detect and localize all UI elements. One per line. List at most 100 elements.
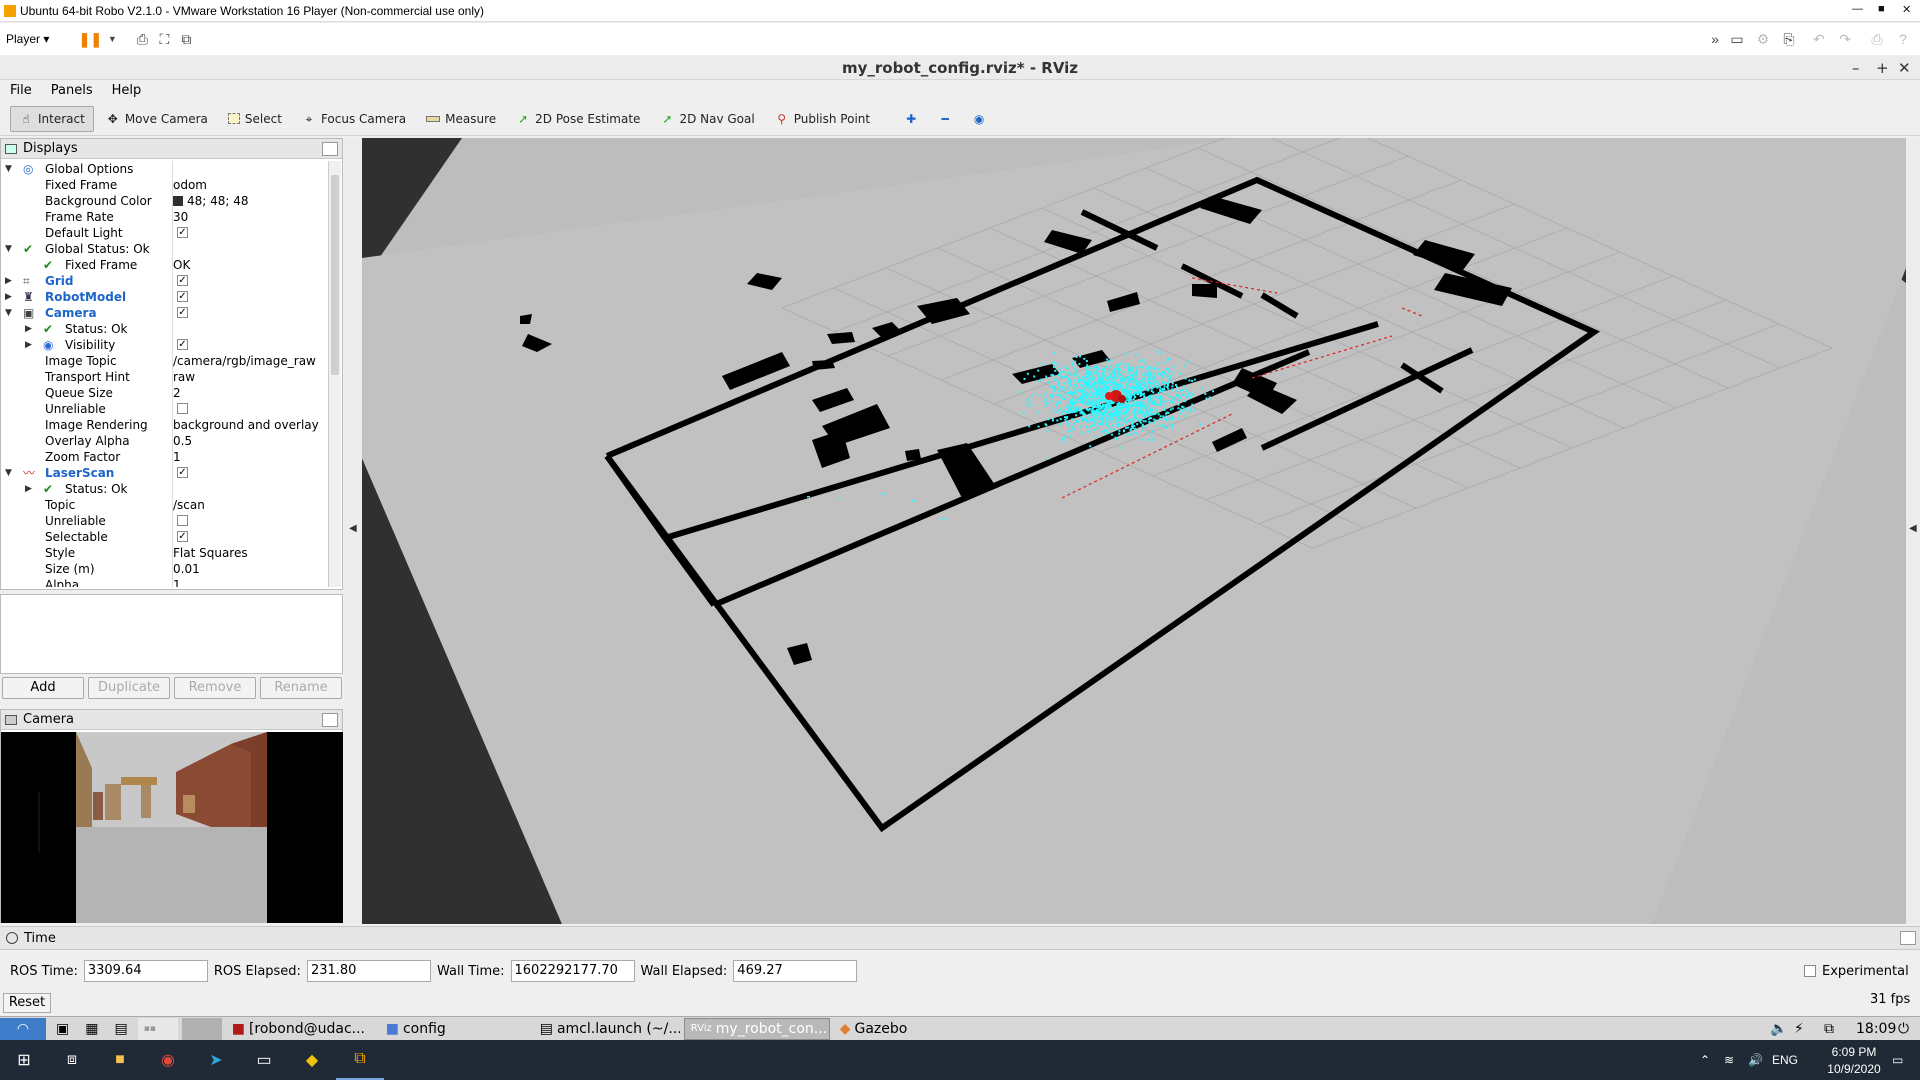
display-value[interactable]: 1 (173, 450, 181, 464)
task-view-icon[interactable]: ⧈ (48, 1040, 96, 1080)
display-checkbox[interactable]: ✓ (177, 339, 188, 350)
ros-time-field[interactable]: 3309.64 (83, 960, 208, 982)
desktop-icon[interactable]: ▣ (50, 1018, 75, 1040)
display-row[interactable]: Fixed Frame odom (1, 177, 329, 193)
display-checkbox[interactable]: ✓ (177, 291, 188, 302)
display-value[interactable]: OK (173, 258, 190, 272)
displays-scrollbar[interactable] (328, 161, 341, 587)
terminal-app-icon[interactable]: ▭ (240, 1040, 288, 1080)
display-row[interactable]: Unreliable (1, 401, 329, 417)
fullscreen-icon[interactable]: ⛶ (153, 28, 175, 50)
display-checkbox[interactable]: ✓ (177, 227, 188, 238)
tool-move-camera[interactable]: ✥ Move Camera (98, 106, 216, 132)
windows-time[interactable]: 6:09 PM (1814, 1045, 1894, 1059)
display-row[interactable]: Image Topic/camera/rgb/image_raw (1, 353, 329, 369)
undo-icon[interactable]: ↶ (1808, 28, 1830, 50)
display-value[interactable]: background and overlay (173, 418, 319, 432)
tool-2d-nav-goal[interactable]: ➚ 2D Nav Goal (652, 106, 762, 132)
display-row[interactable]: ✔ Fixed Frame OK (1, 257, 329, 273)
rename-display-button[interactable]: Rename (260, 677, 342, 699)
display-row[interactable]: Unreliable (1, 513, 329, 529)
left-dock-handle[interactable]: ◀ (344, 138, 362, 924)
minimize-icon[interactable]: — (1852, 3, 1863, 15)
display-value[interactable]: 48; 48; 48 (187, 194, 249, 208)
display-row[interactable]: Queue Size 2 (1, 385, 329, 401)
display-row[interactable]: Transport Hint raw (1, 369, 329, 385)
display-row[interactable]: Size (m) 0.01 (1, 561, 329, 577)
speaker-icon[interactable]: 🔊 (1748, 1053, 1763, 1067)
windows-date[interactable]: 10/9/2020 (1814, 1062, 1894, 1076)
taskbar-config[interactable]: ■ config (380, 1018, 530, 1040)
windows-start-icon[interactable]: ⊞ (0, 1040, 48, 1080)
map-scene[interactable] (362, 138, 1906, 924)
display-value[interactable]: raw (173, 370, 195, 384)
workspace-2[interactable] (181, 1017, 222, 1040)
print-icon[interactable]: ⎙ (1866, 28, 1888, 50)
taskbar-gazebo[interactable]: ◆ Gazebo (834, 1018, 954, 1040)
menu-help[interactable]: Help (102, 83, 151, 98)
display-value[interactable]: Flat Squares (173, 546, 248, 560)
tool-focus-camera[interactable]: ⌖ Focus Camera (294, 106, 414, 132)
display-row[interactable]: Selectable ✓ (1, 529, 329, 545)
expand-down-icon[interactable]: ▼ (5, 161, 12, 177)
display-value[interactable]: odom (173, 178, 207, 192)
panel-close-button[interactable] (322, 141, 338, 156)
display-row[interactable]: ▼ ◎ Global Options (1, 161, 329, 177)
tool-interact[interactable]: ☝ Interact (10, 105, 94, 132)
rviz-maximize-icon[interactable]: + (1876, 56, 1889, 80)
expand-right-icon[interactable]: ▶ (5, 289, 12, 305)
chrome-icon[interactable]: ◉ (144, 1040, 192, 1080)
remove-tool-button[interactable]: ━ (930, 106, 960, 132)
tray-chevron-icon[interactable]: ⌃ (1700, 1053, 1710, 1067)
start-menu-icon[interactable]: ◠ (0, 1017, 46, 1040)
player-menu[interactable]: Player ▾ (6, 32, 49, 46)
rviz-close-icon[interactable]: ✕ (1898, 56, 1911, 80)
send-keys-icon[interactable]: ⎙ (131, 28, 153, 50)
view-options-button[interactable]: ◉ (964, 106, 994, 132)
wall-time-field[interactable]: 1602292177.70 (510, 960, 635, 982)
display-checkbox[interactable] (177, 403, 188, 414)
display-row[interactable]: ▶ ◉ Visibility ✓ (1, 337, 329, 353)
add-display-button[interactable]: Add (2, 677, 84, 699)
remove-display-button[interactable]: Remove (174, 677, 256, 699)
display-value[interactable]: /scan (173, 498, 205, 512)
display-row[interactable]: Style Flat Squares (1, 545, 329, 561)
expand-down-icon[interactable]: ▼ (5, 465, 12, 481)
taskbar-terminal[interactable]: ■ [robond@udac... (226, 1018, 376, 1040)
dropdown-icon[interactable]: ▼ (101, 28, 123, 50)
tool-2d-pose-estimate[interactable]: ➚ 2D Pose Estimate (508, 106, 648, 132)
pause-icon[interactable]: ❚❚ (79, 28, 102, 50)
display-checkbox[interactable]: ✓ (177, 467, 188, 478)
logout-icon[interactable]: ⏻ (1898, 1021, 1909, 1037)
display-row[interactable]: Image Rendering background and overlay (1, 417, 329, 433)
language-indicator[interactable]: ENG (1772, 1053, 1798, 1067)
expand-down-icon[interactable]: ▼ (5, 241, 12, 257)
power-icon[interactable]: ⚡ (1794, 1021, 1804, 1037)
workspace-1[interactable]: ▪▪ (137, 1017, 178, 1040)
snapshot-icon[interactable]: ⎘ (1778, 28, 1800, 50)
time-panel-close-button[interactable] (1900, 931, 1916, 945)
unity-icon[interactable]: ⧉ (175, 28, 197, 50)
help-icon[interactable]: ? (1892, 28, 1914, 50)
wall-elapsed-field[interactable]: 469.27 (733, 960, 858, 982)
duplicate-display-button[interactable]: Duplicate (88, 677, 170, 699)
display-row[interactable]: Overlay Alpha 0.5 (1, 433, 329, 449)
taskbar-amcl[interactable]: ▤ amcl.launch (~/... (534, 1018, 680, 1040)
telegram-icon[interactable]: ➤ (192, 1040, 240, 1080)
rviz-minimize-icon[interactable]: – (1852, 56, 1860, 80)
menu-file[interactable]: File (0, 83, 41, 98)
experimental-checkbox[interactable] (1804, 965, 1816, 977)
display-value[interactable]: 30 (173, 210, 188, 224)
right-dock-handle[interactable]: ◀ (1906, 138, 1920, 924)
display-row[interactable]: ▶ ♜ RobotModel ✓ (1, 289, 329, 305)
file-manager-icon[interactable]: ▦ (79, 1018, 104, 1040)
display-row[interactable]: Zoom Factor 1 (1, 449, 329, 465)
display-row[interactable]: ▶ ✔ Status: Ok (1, 481, 329, 497)
network-icon[interactable]: ⧉ (1824, 1021, 1834, 1037)
file-explorer-icon[interactable]: ■ (96, 1040, 144, 1080)
ros-elapsed-field[interactable]: 231.80 (306, 960, 431, 982)
display-row[interactable]: ▶ ⌗ Grid ✓ (1, 273, 329, 289)
tool-measure[interactable]: Measure (418, 106, 504, 132)
close-icon[interactable]: ✕ (1902, 3, 1911, 16)
tool-publish-point[interactable]: ⚲ Publish Point (767, 106, 878, 132)
